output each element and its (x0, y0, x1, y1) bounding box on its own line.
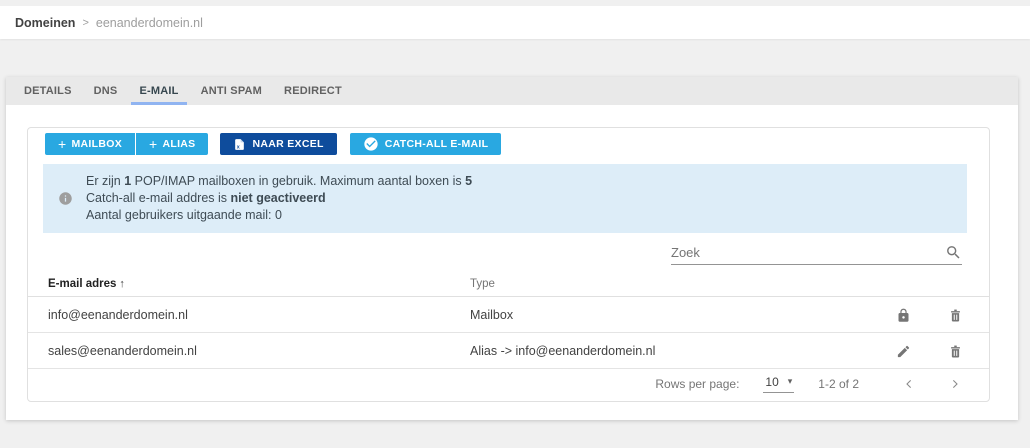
export-excel-button[interactable]: x NAAR EXCEL (220, 133, 337, 155)
info-line-mailbox-usage: Er zijn 1 POP/IMAP mailboxen in gebruik.… (86, 174, 473, 188)
pagination-bar: Rows per page: 10 ▾ 1-2 of 2 (28, 366, 989, 401)
breadcrumb: Domeinen > eenanderdomein.nl (0, 6, 1030, 39)
delete-icon[interactable] (946, 306, 964, 324)
tab-redirect[interactable]: REDIRECT (276, 77, 350, 105)
toolbar: + MAILBOX + ALIAS x NAAR EXCEL CATCH-ALL… (45, 133, 502, 155)
tab-details[interactable]: DETAILS (16, 77, 80, 105)
plus-icon: + (58, 136, 67, 152)
plus-icon: + (149, 136, 158, 152)
rows-per-page-label: Rows per page: (655, 376, 740, 391)
caret-down-icon: ▾ (787, 376, 793, 386)
tab-anti-spam[interactable]: ANTI SPAM (193, 77, 270, 105)
search-input[interactable] (671, 244, 945, 260)
search-icon[interactable] (945, 244, 962, 261)
table-row: info@eenanderdomein.nl Mailbox (28, 297, 989, 333)
domain-detail-card: DETAILS DNS E-MAIL ANTI SPAM REDIRECT + … (6, 77, 1018, 420)
tab-bar: DETAILS DNS E-MAIL ANTI SPAM REDIRECT (6, 77, 1018, 105)
add-mailbox-button[interactable]: + MAILBOX (45, 133, 135, 155)
tab-dns[interactable]: DNS (86, 77, 126, 105)
export-excel-label: NAAR EXCEL (252, 138, 324, 150)
info-line-outgoing-users: Aantal gebruikers uitgaande mail: 0 (86, 208, 282, 222)
table-row: sales@eenanderdomein.nl Alias -> info@ee… (28, 333, 989, 369)
mailbox-info-banner: Er zijn 1 POP/IMAP mailboxen in gebruik.… (43, 164, 967, 233)
column-header-email[interactable]: E-mail adres ↑ (48, 278, 125, 290)
excel-file-icon: x (235, 138, 245, 150)
add-mailbox-label: MAILBOX (71, 138, 122, 150)
add-alias-label: ALIAS (162, 138, 196, 150)
catch-all-email-label: CATCH-ALL E-MAIL (384, 138, 489, 150)
svg-text:x: x (237, 144, 240, 150)
breadcrumb-separator: > (82, 16, 89, 29)
email-tab-content: + MAILBOX + ALIAS x NAAR EXCEL CATCH-ALL… (6, 105, 1018, 420)
chevron-left-icon (906, 379, 912, 388)
rows-per-page-select[interactable]: 10 ▾ (763, 374, 795, 393)
breadcrumb-current-domain: eenanderdomein.nl (95, 15, 203, 30)
rows-per-page-value: 10 (765, 374, 779, 389)
lock-icon[interactable] (894, 306, 912, 324)
mailbox-panel: + MAILBOX + ALIAS x NAAR EXCEL CATCH-ALL… (27, 127, 990, 402)
email-cell: info@eenanderdomein.nl (48, 308, 188, 322)
check-circle-icon (364, 137, 378, 151)
email-management-page: { "breadcrumb": { "root": "Domeinen", "s… (0, 0, 1030, 448)
pagination-range: 1-2 of 2 (818, 376, 859, 391)
email-table: E-mail adres ↑ Type info@eenanderdomein.n… (28, 269, 989, 369)
info-text: Er zijn 1 POP/IMAP mailboxen in gebruik.… (86, 173, 472, 224)
tab-email[interactable]: E-MAIL (131, 77, 187, 105)
info-line-catchall-status: Catch-all e-mail addres is niet geactive… (86, 191, 326, 205)
info-icon (58, 191, 73, 206)
type-cell: Alias -> info@eenanderdomein.nl (470, 344, 656, 358)
delete-icon[interactable] (946, 342, 964, 360)
search-box (671, 240, 962, 265)
next-page-button[interactable] (943, 372, 967, 396)
edit-icon[interactable] (894, 342, 912, 360)
chevron-right-icon (952, 379, 958, 388)
catch-all-email-button[interactable]: CATCH-ALL E-MAIL (349, 133, 502, 155)
add-alias-button[interactable]: + ALIAS (136, 133, 209, 155)
email-table-header: E-mail adres ↑ Type (28, 269, 989, 297)
email-cell: sales@eenanderdomein.nl (48, 344, 197, 358)
column-header-type[interactable]: Type (470, 278, 495, 290)
type-cell: Mailbox (470, 308, 514, 322)
previous-page-button[interactable] (897, 372, 921, 396)
breadcrumb-bar: Domeinen > eenanderdomein.nl (0, 6, 1030, 39)
sort-ascending-icon: ↑ (119, 278, 125, 290)
breadcrumb-domeinen-link[interactable]: Domeinen (15, 16, 75, 30)
